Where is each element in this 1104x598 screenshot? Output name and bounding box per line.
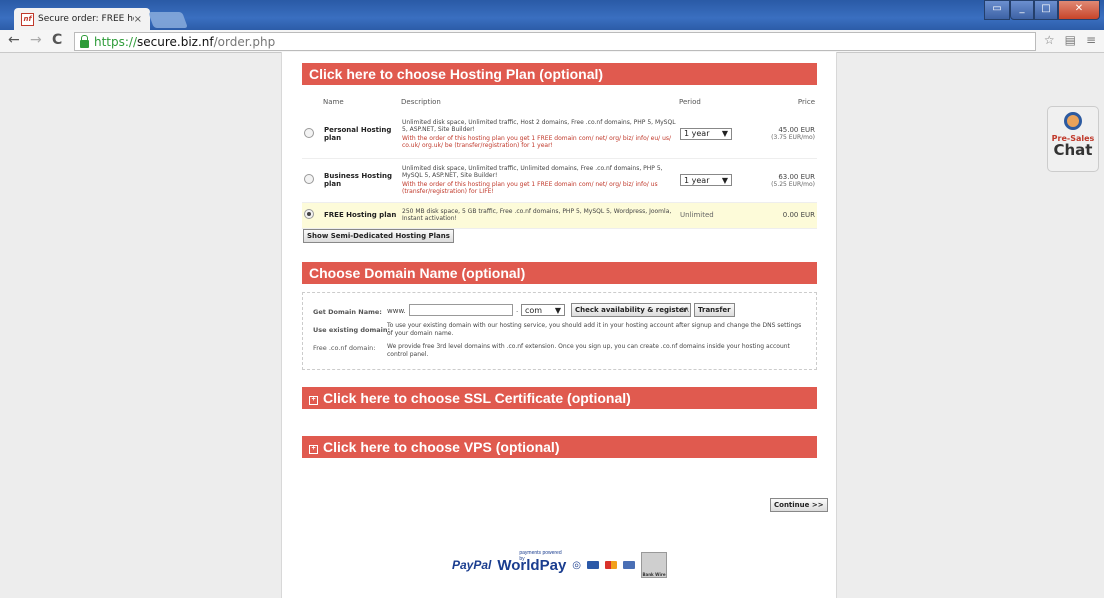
plan-price: 45.00 EUR (3.75 EUR/mo) <box>750 110 817 159</box>
existing-domain-label: Use existing domain: <box>313 326 391 334</box>
or-text: OR <box>680 307 689 314</box>
minimize-window-button[interactable]: _ <box>1010 0 1034 20</box>
worldpay-caption: payments powered by <box>519 549 562 562</box>
worldpay-logo: payments powered by WorldPay <box>497 550 566 574</box>
plan-row-business: Business Hosting plan Unlimited disk spa… <box>302 158 817 203</box>
lock-icon <box>80 34 89 48</box>
price-monthly: (3.75 EUR/mo) <box>771 134 815 142</box>
visa-card-icon <box>587 561 600 569</box>
forward-icon[interactable]: → <box>30 32 42 48</box>
plan-row-free: FREE Hosting plan 250 MB disk space, 5 G… <box>302 202 817 229</box>
col-description: Description <box>401 98 441 106</box>
page-icon[interactable]: ▤ <box>1065 33 1076 47</box>
url-host: secure.biz.nf <box>137 34 214 49</box>
paypal-logo: PayPal <box>452 558 492 572</box>
plan-price: 63.00 EUR (5.25 EUR/mo) <box>750 158 817 203</box>
address-bar[interactable]: https://secure.biz.nf/order.php <box>74 32 1036 51</box>
domain-box: Get Domain Name: www. . com ▼ Check avail… <box>302 292 817 370</box>
payment-logos: PayPal payments powered by WorldPay ◎ Ban… <box>452 550 668 578</box>
plan-radio-free[interactable] <box>304 209 314 219</box>
price-total: 45.00 EUR <box>778 126 815 135</box>
col-price: Price <box>797 98 815 106</box>
existing-domain-text: To use your existing domain with our hos… <box>387 322 802 337</box>
plan-description: 250 MB disk space, 5 GB traffic, Free .c… <box>400 202 678 229</box>
menu-icon[interactable]: ≡ <box>1086 33 1096 47</box>
hosting-plan-heading[interactable]: Click here to choose Hosting Plan (optio… <box>302 63 817 85</box>
plan-name: Personal Hosting plan <box>322 110 400 159</box>
reload-icon[interactable]: C <box>52 32 62 48</box>
browser-toolbar: ← → C https://secure.biz.nf/order.php ☆ … <box>0 30 1104 53</box>
plan-promo: With the order of this hosting plan you … <box>402 134 672 149</box>
price-total: 63.00 EUR <box>778 172 815 181</box>
tld-select[interactable]: com ▼ <box>521 304 565 316</box>
pre-sales-chat-button[interactable]: Pre-Sales Chat <box>1047 106 1099 172</box>
favicon-icon: nf <box>21 12 34 26</box>
close-window-button[interactable]: ✕ <box>1058 0 1100 20</box>
browser-tab[interactable]: nf Secure order: FREE hostin × <box>14 8 150 30</box>
vps-heading-text: Click here to choose VPS (optional) <box>323 439 560 455</box>
maximize-window-button[interactable]: □ <box>1034 0 1058 20</box>
www-prefix: www. <box>387 307 406 315</box>
url-scheme: https:// <box>94 34 138 49</box>
mastercard-icon <box>605 561 618 569</box>
period-select-business[interactable]: 1 year ▼ <box>680 174 732 186</box>
window-titlebar: nf Secure order: FREE hostin × ▭ _ □ ✕ <box>0 0 1104 30</box>
chat-line2: Chat <box>1053 141 1093 159</box>
toolbar-right-icons: ☆ ▤ ≡ <box>1044 33 1096 47</box>
bookmark-star-icon[interactable]: ☆ <box>1044 33 1055 47</box>
period-select-personal[interactable]: 1 year ▼ <box>680 127 732 140</box>
dot-separator: . <box>516 306 519 314</box>
plan-description: Unlimited disk space, Unlimited traffic,… <box>402 118 676 133</box>
new-tab-button[interactable] <box>148 12 188 28</box>
ssl-heading-text: Click here to choose SSL Certificate (op… <box>323 390 631 406</box>
get-domain-label: Get Domain Name: <box>313 308 382 316</box>
expand-icon: + <box>309 445 318 454</box>
dropdown-arrow-icon: ▼ <box>554 305 561 315</box>
plan-period: Unlimited <box>678 202 750 229</box>
free-domain-text: We provide free 3rd level domains with .… <box>387 343 790 358</box>
plan-promo: With the order of this hosting plan you … <box>402 181 658 195</box>
close-tab-icon[interactable]: × <box>134 14 142 25</box>
maestro-card-icon <box>623 561 636 569</box>
free-domain-label: Free .co.nf domain: <box>313 344 376 352</box>
transfer-button[interactable]: Transfer <box>694 303 735 317</box>
hosting-plans-table: Name Description Period Price Personal H… <box>302 94 817 229</box>
dropdown-arrow-icon: ▼ <box>721 175 728 185</box>
bank-wire-label: Bank Wire <box>642 572 666 577</box>
period-value: 1 year <box>684 129 710 139</box>
tld-value: com <box>525 305 543 315</box>
support-agent-icon <box>1064 112 1082 130</box>
plan-radio-personal[interactable] <box>304 127 314 138</box>
vps-heading[interactable]: + Click here to choose VPS (optional) <box>302 436 817 458</box>
plan-description: Unlimited disk space, Unlimited traffic,… <box>402 165 663 179</box>
price-total: 0.00 EUR <box>750 202 817 229</box>
price-monthly: (5.25 EUR/mo) <box>771 180 815 188</box>
plan-row-personal: Personal Hosting plan Unlimited disk spa… <box>302 110 817 159</box>
col-period: Period <box>679 98 701 106</box>
check-availability-button[interactable]: Check availability & register <box>571 303 692 317</box>
tab-title: Secure order: FREE hostin <box>38 14 134 24</box>
continue-button[interactable]: Continue >> <box>770 498 828 512</box>
show-semi-dedicated-button[interactable]: Show Semi-Dedicated Hosting Plans <box>303 229 454 243</box>
domain-input[interactable] <box>409 304 513 316</box>
plan-radio-business[interactable] <box>304 174 314 184</box>
expand-icon: + <box>309 396 318 405</box>
bank-wire-icon: Bank Wire <box>641 552 668 578</box>
dropdown-arrow-icon: ▼ <box>721 129 728 139</box>
order-page: Click here to choose Hosting Plan (optio… <box>281 52 837 598</box>
domain-heading[interactable]: Choose Domain Name (optional) <box>302 262 817 284</box>
world-globe-icon: ◎ <box>572 559 582 571</box>
col-name: Name <box>323 98 344 106</box>
period-value: 1 year <box>684 175 710 185</box>
url-path: /order.php <box>213 34 276 49</box>
restore-window-button[interactable]: ▭ <box>984 0 1010 20</box>
back-icon[interactable]: ← <box>8 32 20 48</box>
plan-name: Business Hosting plan <box>322 158 400 203</box>
window-controls: ▭ _ □ ✕ <box>984 0 1100 20</box>
ssl-heading[interactable]: + Click here to choose SSL Certificate (o… <box>302 387 817 409</box>
plan-name: FREE Hosting plan <box>322 202 400 229</box>
